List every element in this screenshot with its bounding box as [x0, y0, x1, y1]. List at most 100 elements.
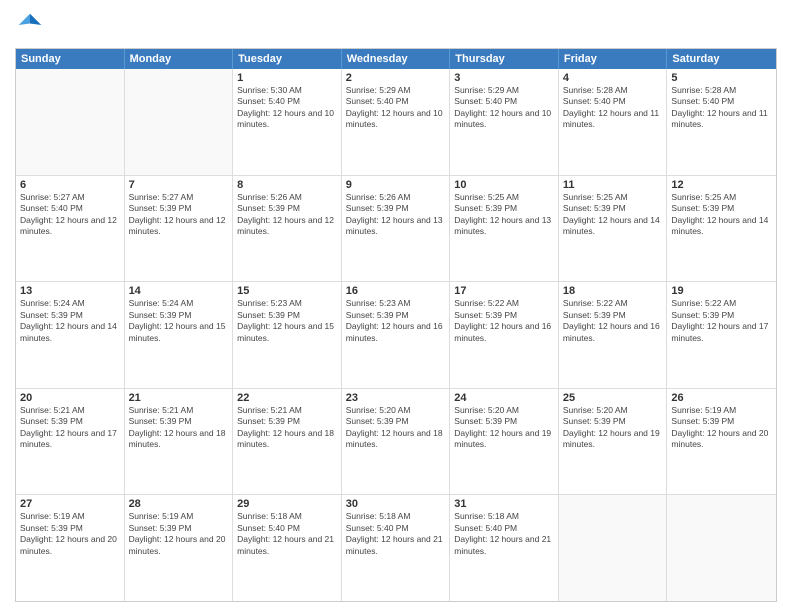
day-number: 10 — [454, 179, 554, 191]
day-info: Sunrise: 5:21 AMSunset: 5:39 PMDaylight:… — [129, 405, 229, 451]
day-info: Sunrise: 5:24 AMSunset: 5:39 PMDaylight:… — [129, 298, 229, 344]
day-cell-28: 28Sunrise: 5:19 AMSunset: 5:39 PMDayligh… — [125, 495, 234, 601]
day-info: Sunrise: 5:28 AMSunset: 5:40 PMDaylight:… — [671, 85, 772, 131]
day-number: 26 — [671, 392, 772, 404]
logo — [15, 10, 49, 40]
day-cell-19: 19Sunrise: 5:22 AMSunset: 5:39 PMDayligh… — [667, 282, 776, 388]
day-cell-26: 26Sunrise: 5:19 AMSunset: 5:39 PMDayligh… — [667, 389, 776, 495]
day-cell-14: 14Sunrise: 5:24 AMSunset: 5:39 PMDayligh… — [125, 282, 234, 388]
day-number: 30 — [346, 498, 446, 510]
calendar-row-0: 1Sunrise: 5:30 AMSunset: 5:40 PMDaylight… — [16, 69, 776, 176]
day-info: Sunrise: 5:18 AMSunset: 5:40 PMDaylight:… — [346, 511, 446, 557]
day-number: 17 — [454, 285, 554, 297]
day-info: Sunrise: 5:25 AMSunset: 5:39 PMDaylight:… — [454, 192, 554, 238]
calendar: SundayMondayTuesdayWednesdayThursdayFrid… — [15, 48, 777, 602]
day-info: Sunrise: 5:20 AMSunset: 5:39 PMDaylight:… — [563, 405, 663, 451]
calendar-row-2: 13Sunrise: 5:24 AMSunset: 5:39 PMDayligh… — [16, 282, 776, 389]
col-header-wednesday: Wednesday — [342, 49, 451, 69]
day-info: Sunrise: 5:19 AMSunset: 5:39 PMDaylight:… — [671, 405, 772, 451]
day-info: Sunrise: 5:24 AMSunset: 5:39 PMDaylight:… — [20, 298, 120, 344]
day-cell-5: 5Sunrise: 5:28 AMSunset: 5:40 PMDaylight… — [667, 69, 776, 175]
day-cell-6: 6Sunrise: 5:27 AMSunset: 5:40 PMDaylight… — [16, 176, 125, 282]
day-info: Sunrise: 5:21 AMSunset: 5:39 PMDaylight:… — [20, 405, 120, 451]
day-cell-8: 8Sunrise: 5:26 AMSunset: 5:39 PMDaylight… — [233, 176, 342, 282]
day-info: Sunrise: 5:26 AMSunset: 5:39 PMDaylight:… — [237, 192, 337, 238]
day-info: Sunrise: 5:19 AMSunset: 5:39 PMDaylight:… — [129, 511, 229, 557]
day-cell-17: 17Sunrise: 5:22 AMSunset: 5:39 PMDayligh… — [450, 282, 559, 388]
day-number: 7 — [129, 179, 229, 191]
day-cell-16: 16Sunrise: 5:23 AMSunset: 5:39 PMDayligh… — [342, 282, 451, 388]
day-number: 13 — [20, 285, 120, 297]
day-number: 4 — [563, 72, 663, 84]
empty-cell — [667, 495, 776, 601]
day-number: 21 — [129, 392, 229, 404]
day-cell-27: 27Sunrise: 5:19 AMSunset: 5:39 PMDayligh… — [16, 495, 125, 601]
day-number: 24 — [454, 392, 554, 404]
day-number: 14 — [129, 285, 229, 297]
day-info: Sunrise: 5:23 AMSunset: 5:39 PMDaylight:… — [237, 298, 337, 344]
calendar-row-3: 20Sunrise: 5:21 AMSunset: 5:39 PMDayligh… — [16, 389, 776, 496]
day-number: 8 — [237, 179, 337, 191]
day-info: Sunrise: 5:18 AMSunset: 5:40 PMDaylight:… — [454, 511, 554, 557]
day-info: Sunrise: 5:18 AMSunset: 5:40 PMDaylight:… — [237, 511, 337, 557]
page: SundayMondayTuesdayWednesdayThursdayFrid… — [0, 0, 792, 612]
day-cell-18: 18Sunrise: 5:22 AMSunset: 5:39 PMDayligh… — [559, 282, 668, 388]
day-cell-2: 2Sunrise: 5:29 AMSunset: 5:40 PMDaylight… — [342, 69, 451, 175]
calendar-body: 1Sunrise: 5:30 AMSunset: 5:40 PMDaylight… — [16, 69, 776, 601]
day-info: Sunrise: 5:20 AMSunset: 5:39 PMDaylight:… — [346, 405, 446, 451]
day-info: Sunrise: 5:22 AMSunset: 5:39 PMDaylight:… — [563, 298, 663, 344]
day-number: 16 — [346, 285, 446, 297]
day-cell-10: 10Sunrise: 5:25 AMSunset: 5:39 PMDayligh… — [450, 176, 559, 282]
day-info: Sunrise: 5:21 AMSunset: 5:39 PMDaylight:… — [237, 405, 337, 451]
day-info: Sunrise: 5:27 AMSunset: 5:39 PMDaylight:… — [129, 192, 229, 238]
day-info: Sunrise: 5:22 AMSunset: 5:39 PMDaylight:… — [454, 298, 554, 344]
day-cell-30: 30Sunrise: 5:18 AMSunset: 5:40 PMDayligh… — [342, 495, 451, 601]
day-number: 12 — [671, 179, 772, 191]
day-info: Sunrise: 5:28 AMSunset: 5:40 PMDaylight:… — [563, 85, 663, 131]
day-cell-15: 15Sunrise: 5:23 AMSunset: 5:39 PMDayligh… — [233, 282, 342, 388]
day-number: 20 — [20, 392, 120, 404]
day-info: Sunrise: 5:26 AMSunset: 5:39 PMDaylight:… — [346, 192, 446, 238]
day-cell-20: 20Sunrise: 5:21 AMSunset: 5:39 PMDayligh… — [16, 389, 125, 495]
day-info: Sunrise: 5:27 AMSunset: 5:40 PMDaylight:… — [20, 192, 120, 238]
day-cell-4: 4Sunrise: 5:28 AMSunset: 5:40 PMDaylight… — [559, 69, 668, 175]
empty-cell — [559, 495, 668, 601]
day-number: 22 — [237, 392, 337, 404]
day-info: Sunrise: 5:29 AMSunset: 5:40 PMDaylight:… — [346, 85, 446, 131]
day-number: 5 — [671, 72, 772, 84]
day-number: 28 — [129, 498, 229, 510]
day-number: 9 — [346, 179, 446, 191]
day-info: Sunrise: 5:20 AMSunset: 5:39 PMDaylight:… — [454, 405, 554, 451]
day-number: 19 — [671, 285, 772, 297]
header — [15, 10, 777, 40]
day-cell-3: 3Sunrise: 5:29 AMSunset: 5:40 PMDaylight… — [450, 69, 559, 175]
day-number: 31 — [454, 498, 554, 510]
day-number: 3 — [454, 72, 554, 84]
day-number: 29 — [237, 498, 337, 510]
day-info: Sunrise: 5:29 AMSunset: 5:40 PMDaylight:… — [454, 85, 554, 131]
day-cell-24: 24Sunrise: 5:20 AMSunset: 5:39 PMDayligh… — [450, 389, 559, 495]
col-header-thursday: Thursday — [450, 49, 559, 69]
day-cell-29: 29Sunrise: 5:18 AMSunset: 5:40 PMDayligh… — [233, 495, 342, 601]
day-cell-31: 31Sunrise: 5:18 AMSunset: 5:40 PMDayligh… — [450, 495, 559, 601]
day-cell-9: 9Sunrise: 5:26 AMSunset: 5:39 PMDaylight… — [342, 176, 451, 282]
logo-icon — [15, 10, 45, 40]
empty-cell — [16, 69, 125, 175]
calendar-row-1: 6Sunrise: 5:27 AMSunset: 5:40 PMDaylight… — [16, 176, 776, 283]
calendar-row-4: 27Sunrise: 5:19 AMSunset: 5:39 PMDayligh… — [16, 495, 776, 601]
day-info: Sunrise: 5:22 AMSunset: 5:39 PMDaylight:… — [671, 298, 772, 344]
col-header-sunday: Sunday — [16, 49, 125, 69]
day-info: Sunrise: 5:25 AMSunset: 5:39 PMDaylight:… — [671, 192, 772, 238]
day-cell-21: 21Sunrise: 5:21 AMSunset: 5:39 PMDayligh… — [125, 389, 234, 495]
day-cell-11: 11Sunrise: 5:25 AMSunset: 5:39 PMDayligh… — [559, 176, 668, 282]
day-cell-13: 13Sunrise: 5:24 AMSunset: 5:39 PMDayligh… — [16, 282, 125, 388]
day-number: 2 — [346, 72, 446, 84]
day-number: 27 — [20, 498, 120, 510]
day-number: 11 — [563, 179, 663, 191]
day-cell-7: 7Sunrise: 5:27 AMSunset: 5:39 PMDaylight… — [125, 176, 234, 282]
day-info: Sunrise: 5:19 AMSunset: 5:39 PMDaylight:… — [20, 511, 120, 557]
col-header-monday: Monday — [125, 49, 234, 69]
day-number: 23 — [346, 392, 446, 404]
day-number: 18 — [563, 285, 663, 297]
day-number: 1 — [237, 72, 337, 84]
